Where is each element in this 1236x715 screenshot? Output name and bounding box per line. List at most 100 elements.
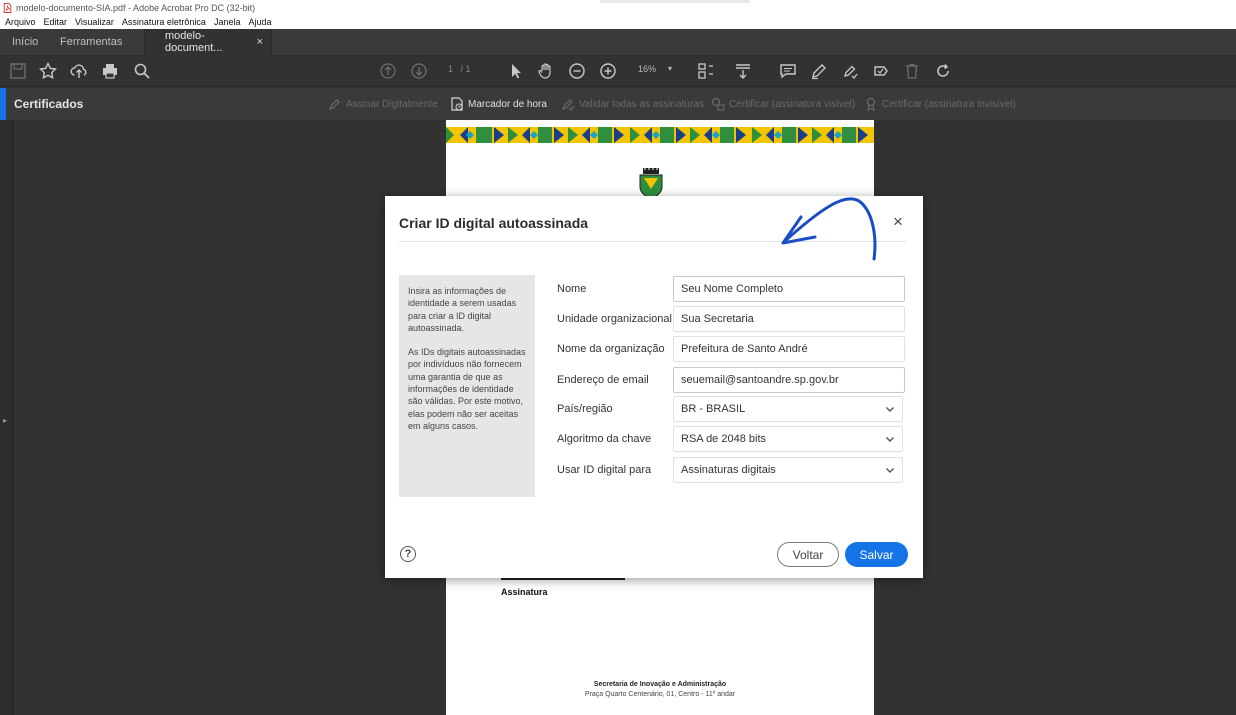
timestamp-button[interactable]: Marcador de hora xyxy=(450,97,547,111)
country-value: BR - BRASIL xyxy=(681,403,746,415)
validate-pen-icon xyxy=(562,99,575,111)
dialog-title: Criar ID digital autoassinada xyxy=(399,215,589,231)
print-icon[interactable] xyxy=(100,61,120,81)
help-icon[interactable]: ? xyxy=(400,546,416,562)
field-row-country: País/região BR - BRASIL xyxy=(557,396,907,422)
email-input[interactable] xyxy=(673,367,905,393)
stamp-icon[interactable] xyxy=(871,61,891,81)
pen-icon[interactable] xyxy=(809,61,829,81)
validate-all-button[interactable]: Validar todas as assinaturas xyxy=(561,97,704,111)
zoom-in-icon[interactable] xyxy=(598,61,618,81)
org-unit-input[interactable] xyxy=(673,306,905,332)
certify-invisible-button[interactable]: Certificar (assinatura invisível) xyxy=(864,97,1016,111)
save-button[interactable]: Salvar xyxy=(845,542,908,567)
org-name-input[interactable] xyxy=(673,336,905,362)
page-number[interactable]: 1 / 1 xyxy=(448,64,471,74)
window-title-bar: modelo-documento-SIA.pdf - Adobe Acrobat… xyxy=(0,0,1236,15)
info-panel: Insira as informações de identidade a se… xyxy=(399,275,535,497)
search-icon[interactable] xyxy=(132,61,152,81)
field-row-org-name: Nome da organização xyxy=(557,336,907,362)
menu-editar[interactable]: Editar xyxy=(44,17,68,27)
field-row-key-algorithm: Algoritmo da chave RSA de 2048 bits xyxy=(557,426,907,452)
field-row-org-unit: Unidade organizacional xyxy=(557,306,907,332)
select-cursor-icon[interactable] xyxy=(506,61,526,81)
zoom-dropdown-icon[interactable]: ▾ xyxy=(668,64,672,73)
title-bar-decoration xyxy=(600,0,750,3)
expand-arrow-icon: ▸ xyxy=(3,416,8,425)
country-select[interactable]: BR - BRASIL xyxy=(673,396,903,422)
tab-bar: Início Ferramentas modelo-document... × xyxy=(0,29,1236,55)
pdf-file-icon xyxy=(3,2,12,13)
page-down-icon[interactable] xyxy=(409,61,429,81)
tab-document[interactable]: modelo-document... × xyxy=(144,29,272,55)
certify-visible-button[interactable]: Certificar (assinatura visível) xyxy=(711,97,855,111)
chevron-down-icon xyxy=(886,407,894,412)
menu-bar: Arquivo Editar Visualizar Assinatura ele… xyxy=(0,15,1236,29)
validate-all-label: Validar todas as assinaturas xyxy=(579,98,704,110)
star-icon[interactable] xyxy=(38,61,58,81)
rotate-icon[interactable] xyxy=(933,61,953,81)
cloud-upload-icon[interactable] xyxy=(69,61,89,81)
use-for-label: Usar ID digital para xyxy=(557,464,652,476)
field-row-email: Endereço de email xyxy=(557,367,907,393)
org-unit-label: Unidade organizacional xyxy=(557,313,672,325)
save-icon[interactable] xyxy=(8,61,28,81)
chevron-down-icon xyxy=(886,437,894,442)
scroll-mode-icon[interactable] xyxy=(733,61,753,81)
certificates-toolbar: Certificados Assinar Digitalmente Marcad… xyxy=(0,88,1236,120)
name-input[interactable] xyxy=(673,276,905,302)
close-icon[interactable]: × xyxy=(893,213,903,231)
page-layout-icon[interactable] xyxy=(696,61,716,81)
certificates-title: Certificados xyxy=(14,97,84,111)
annotation-arrow-icon xyxy=(781,197,877,261)
country-label: País/região xyxy=(557,403,613,415)
menu-ajuda[interactable]: Ajuda xyxy=(248,17,271,27)
signature-line xyxy=(501,578,625,580)
comment-icon[interactable] xyxy=(778,61,798,81)
key-algorithm-value: RSA de 2048 bits xyxy=(681,433,767,445)
key-algorithm-label: Algoritmo da chave xyxy=(557,433,652,445)
key-algorithm-select[interactable]: RSA de 2048 bits xyxy=(673,426,903,452)
sign-digitally-label: Assinar Digitalmente xyxy=(346,98,438,110)
name-label: Nome xyxy=(557,283,587,295)
certify-visible-label: Certificar (assinatura visível) xyxy=(729,98,856,110)
info-paragraph-1: Insira as informações de identidade a se… xyxy=(408,286,517,333)
sign-digitally-button[interactable]: Assinar Digitalmente xyxy=(328,97,438,111)
page-current: 1 xyxy=(448,64,454,74)
left-panel-toggle[interactable]: ▸ xyxy=(0,120,14,715)
signature-label: Assinatura xyxy=(501,587,548,597)
hand-icon[interactable] xyxy=(536,61,556,81)
zoom-out-icon[interactable] xyxy=(567,61,587,81)
field-row-name: Nome xyxy=(557,276,907,302)
tab-home[interactable]: Início xyxy=(0,29,48,55)
window-title: modelo-documento-SIA.pdf - Adobe Acrobat… xyxy=(16,2,256,13)
main-toolbar: 1 / 1 16% ▾ xyxy=(0,55,1236,87)
menu-arquivo[interactable]: Arquivo xyxy=(5,17,36,27)
footer-address: Praça Quarto Centenário, 01, Centro - 11… xyxy=(584,691,736,698)
field-row-use-for: Usar ID digital para Assinaturas digitai… xyxy=(557,457,907,483)
decorative-banner xyxy=(446,127,874,143)
menu-visualizar[interactable]: Visualizar xyxy=(75,17,114,27)
use-for-value: Assinaturas digitais xyxy=(681,464,776,476)
menu-janela[interactable]: Janela xyxy=(214,17,241,27)
tab-document-label: modelo-document... xyxy=(165,30,223,54)
zoom-level[interactable]: 16% xyxy=(638,64,656,74)
menu-assinatura[interactable]: Assinatura eletrônica xyxy=(122,17,206,27)
info-paragraph-2: As IDs digitais autoassinadas por indiví… xyxy=(408,347,526,431)
trash-icon[interactable] xyxy=(902,61,922,81)
use-for-select[interactable]: Assinaturas digitais xyxy=(673,457,903,483)
email-label: Endereço de email xyxy=(557,374,649,386)
certify-invisible-label: Certificar (assinatura invisível) xyxy=(882,98,1016,110)
city-crest-logo xyxy=(639,168,663,198)
sign-pen-icon xyxy=(329,99,340,110)
back-button[interactable]: Voltar xyxy=(777,542,839,567)
certify-invisible-icon xyxy=(866,97,876,111)
certify-visible-icon xyxy=(711,97,725,111)
fill-sign-icon[interactable] xyxy=(840,61,860,81)
page-up-icon[interactable] xyxy=(378,61,398,81)
page-total: / 1 xyxy=(460,64,471,74)
tab-close-icon[interactable]: × xyxy=(257,36,263,48)
tab-tools[interactable]: Ferramentas xyxy=(48,29,144,55)
timestamp-label: Marcador de hora xyxy=(468,98,547,110)
chevron-down-icon xyxy=(886,468,894,473)
